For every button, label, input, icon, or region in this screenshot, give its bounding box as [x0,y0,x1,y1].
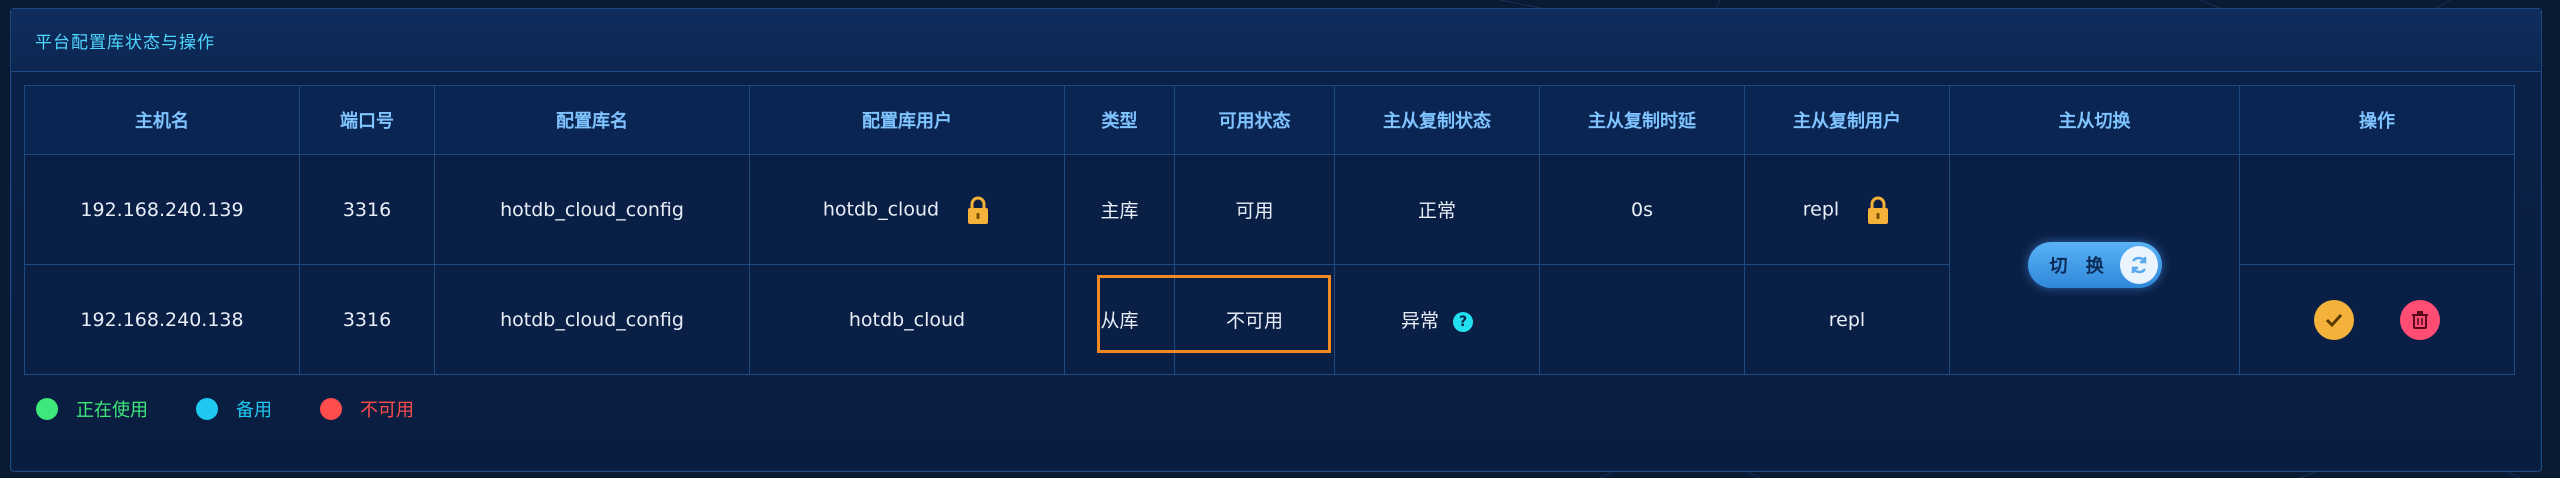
cell-port: 3316 [299,264,435,375]
header-status: 可用状态 [1174,85,1335,155]
header-actions: 操作 [2239,85,2515,155]
table-row: 192.168.240.139 3316 hotdb_cloud_config … [24,154,2515,375]
switch-button[interactable]: 切 换 [2027,241,2162,288]
header-switch: 主从切换 [1949,85,2240,155]
cell-host: 192.168.240.138 [24,264,300,375]
switch-label: 切 换 [2049,255,2110,277]
header-repl-delay: 主从复制时延 [1539,85,1745,155]
cell-status: 可用 [1174,154,1335,265]
legend-item-in-use: 正在使用 [36,396,148,422]
table-header-row: 主机名 端口号 配置库名 配置库用户 类型 可用状态 主从复制状态 主从复制时延… [24,85,2515,155]
delete-button[interactable] [2400,299,2441,340]
cell-repl-delay [1539,264,1745,375]
lock-icon[interactable] [965,195,991,225]
cell-db-name: hotdb_cloud_config [434,264,750,375]
legend-label: 正在使用 [76,400,148,421]
panel-header: 平台配置库状态与操作 [11,9,2541,72]
legend-label: 不可用 [360,400,414,421]
legend-item-unavailable: 不可用 [320,396,414,422]
cell-db-user: hotdb_cloud [749,154,1065,265]
header-type: 类型 [1064,85,1175,155]
cell-db-user: hotdb_cloud [749,264,1065,375]
cell-repl-user: repl [1744,154,1950,265]
header-db-name: 配置库名 [434,85,750,155]
header-db-user: 配置库用户 [749,85,1065,155]
cell-actions [2239,154,2515,265]
green-dot-icon [36,398,58,420]
lock-icon[interactable] [1865,195,1891,225]
header-repl-user: 主从复制用户 [1744,85,1950,155]
header-repl-status: 主从复制状态 [1334,85,1540,155]
confirm-button[interactable] [2313,299,2354,340]
cell-actions [2239,264,2515,375]
cell-status: 不可用 [1174,264,1335,375]
trash-icon [2412,310,2429,329]
config-db-table: 主机名 端口号 配置库名 配置库用户 类型 可用状态 主从复制状态 主从复制时延… [24,85,2515,375]
legend: 正在使用 备用 不可用 [36,396,462,422]
cell-switch: 切 换 [1949,154,2240,375]
refresh-icon [2119,245,2158,284]
legend-item-standby: 备用 [196,396,272,422]
cell-repl-user: repl [1744,264,1950,375]
repl-status-text: 异常 [1400,310,1439,332]
cell-type: 从库 [1064,264,1175,375]
check-icon [2325,313,2343,327]
legend-label: 备用 [236,400,272,421]
repl-user-text: repl [1802,198,1840,220]
cyan-dot-icon [196,398,218,420]
db-user-text: hotdb_cloud [822,198,940,220]
cell-db-name: hotdb_cloud_config [434,154,750,265]
header-port: 端口号 [299,85,435,155]
panel-title: 平台配置库状态与操作 [35,32,215,53]
help-icon[interactable]: ? [1453,311,1474,332]
cell-repl-delay: 0s [1539,154,1745,265]
cell-host: 192.168.240.139 [24,154,300,265]
cell-repl-status: 正常 [1334,154,1540,265]
cell-repl-status: 异常 ? [1334,264,1540,375]
cell-port: 3316 [299,154,435,265]
red-dot-icon [320,398,342,420]
cell-type: 主库 [1064,154,1175,265]
header-host: 主机名 [24,85,300,155]
